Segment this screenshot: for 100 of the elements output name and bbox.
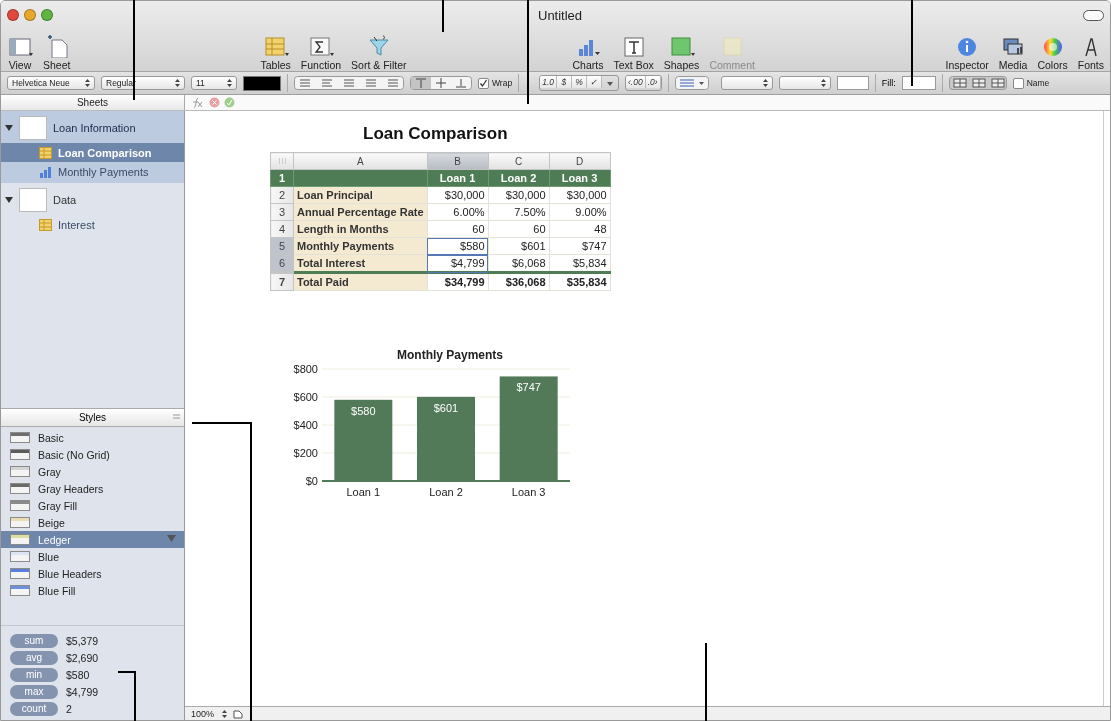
stat-label: sum xyxy=(10,634,58,648)
sheet-item[interactable]: Monthly Payments xyxy=(1,162,184,181)
stat-label: min xyxy=(10,668,58,682)
table-cell: 7.50% xyxy=(488,203,550,221)
row-header[interactable]: 7 xyxy=(270,272,294,291)
style-item[interactable]: Beige xyxy=(1,514,184,531)
style-item[interactable]: Basic xyxy=(1,429,184,446)
disclosure-triangle-icon[interactable] xyxy=(5,124,13,132)
style-item[interactable]: Blue Headers xyxy=(1,565,184,582)
line-width-select[interactable] xyxy=(778,76,831,90)
style-item[interactable]: Gray xyxy=(1,463,184,480)
stepper-icon xyxy=(222,709,228,718)
stepper-icon xyxy=(762,79,768,87)
panel-header: Styles xyxy=(78,412,107,423)
table-cell: $601 xyxy=(488,237,550,255)
table-cell: $30,000 xyxy=(488,186,550,204)
toolbar-button[interactable]: Media xyxy=(996,34,1030,71)
text-color-well[interactable] xyxy=(243,75,281,91)
accept-icon[interactable] xyxy=(224,97,235,108)
axis-label: $600 xyxy=(293,391,318,403)
toolbar-button[interactable]: Sheet xyxy=(41,34,73,71)
stat-value: $5,379 xyxy=(66,635,99,647)
name-checkbox[interactable]: Name xyxy=(1012,77,1050,89)
checkbox-icon xyxy=(1012,77,1024,89)
grip-icon[interactable] xyxy=(278,157,286,164)
axis-label: Loan 2 xyxy=(429,486,463,498)
axis-label: $200 xyxy=(293,447,318,459)
column-header[interactable]: D xyxy=(549,152,611,170)
stat-label: avg xyxy=(10,651,58,665)
font-size-select[interactable]: 11 xyxy=(191,76,237,90)
toolbar-button[interactable]: View xyxy=(5,34,35,71)
style-item[interactable]: Gray Headers xyxy=(1,480,184,497)
toolbar-button[interactable]: Shapes xyxy=(661,34,702,71)
chart-title: Monthly Payments xyxy=(397,349,503,362)
table-cell: 60 xyxy=(488,220,550,238)
style-item[interactable]: Ledger xyxy=(1,531,184,548)
toolbar-button[interactable]: Tables xyxy=(258,34,293,71)
style-item[interactable]: Blue xyxy=(1,548,184,565)
style-item[interactable]: Blue Fill xyxy=(1,582,184,599)
column-header[interactable]: C xyxy=(488,152,550,170)
toolbar-button[interactable]: Fonts xyxy=(1075,34,1106,71)
toolbar-button[interactable]: Text Box xyxy=(611,34,656,71)
wrap-checkbox[interactable]: Wrap xyxy=(478,77,513,89)
toolbar-button[interactable]: Sort & Filter xyxy=(349,34,409,71)
zoom-button[interactable] xyxy=(41,9,53,21)
minimize-button[interactable] xyxy=(24,9,36,21)
table-cell: 60 xyxy=(427,220,489,238)
sheet-item[interactable]: Loan Comparison xyxy=(1,143,184,162)
stat-value: $4,799 xyxy=(66,686,99,698)
sheet-name[interactable]: Data xyxy=(53,194,77,206)
table-cell: $34,799 xyxy=(427,272,489,291)
stepper-icon xyxy=(175,79,180,87)
axis-label: $0 xyxy=(305,475,318,487)
fill-color-well[interactable] xyxy=(901,76,936,90)
alignment-icon[interactable] xyxy=(294,76,404,90)
stroke-color-well[interactable] xyxy=(836,76,869,90)
checkbox-icon xyxy=(478,77,489,89)
toolbar-button[interactable]: Charts xyxy=(570,34,606,71)
window-title: Untitled xyxy=(538,8,583,23)
style-item[interactable]: Basic (No Grid) xyxy=(1,446,184,463)
table-cell: $35,834 xyxy=(549,272,611,291)
toolbar-button[interactable]: Function xyxy=(298,34,344,71)
sheet-name[interactable]: Loan Information xyxy=(53,122,136,134)
table-cell: $36,068 xyxy=(488,272,550,291)
format-button[interactable]: 1.0 xyxy=(540,76,557,88)
stat-label: max xyxy=(10,685,58,699)
stat-value: $580 xyxy=(66,669,90,681)
cancel-icon[interactable] xyxy=(209,97,220,108)
header-rows-icon[interactable] xyxy=(948,76,1007,90)
stat-value: 2 xyxy=(66,703,72,715)
column-header[interactable]: A xyxy=(293,152,428,170)
sheet-icon xyxy=(19,188,47,212)
bar-chart-icon xyxy=(39,165,52,178)
axis-label: Loan 3 xyxy=(511,486,546,498)
table-cell: 9.00% xyxy=(549,203,611,221)
sheet-item[interactable]: Interest xyxy=(1,215,184,234)
table-cell: 6.00% xyxy=(427,203,489,221)
column-header[interactable]: B xyxy=(427,152,489,170)
font-family-select[interactable]: Helvetica Neue xyxy=(7,76,95,90)
table-cell: $30,000 xyxy=(549,186,611,204)
disclosure-triangle-icon[interactable] xyxy=(5,196,13,204)
table-cell: 48 xyxy=(549,220,611,238)
toolbar-button[interactable]: Inspector xyxy=(943,34,991,71)
page-icon[interactable] xyxy=(233,708,244,719)
fill-label: Fill: xyxy=(881,78,896,88)
toolbar-toggle-button[interactable] xyxy=(1083,10,1104,21)
zoom-select[interactable]: 100% xyxy=(191,708,228,719)
decimal-button[interactable]: ‹.00 xyxy=(626,76,646,88)
axis-label: $400 xyxy=(293,419,318,431)
table-cell: $30,000 xyxy=(427,186,489,204)
table-cell: $4,799 xyxy=(427,254,489,273)
stepper-icon xyxy=(85,79,90,87)
close-button[interactable] xyxy=(7,9,19,21)
style-item[interactable]: Gray Fill xyxy=(1,497,184,514)
sigma-icon xyxy=(307,34,334,58)
line-style-select[interactable] xyxy=(720,76,773,90)
data-label: $580 xyxy=(351,404,376,417)
vertical-align-icon[interactable] xyxy=(410,76,472,90)
border-style-icon[interactable] xyxy=(674,76,709,90)
toolbar-button[interactable]: Colors xyxy=(1035,34,1070,71)
